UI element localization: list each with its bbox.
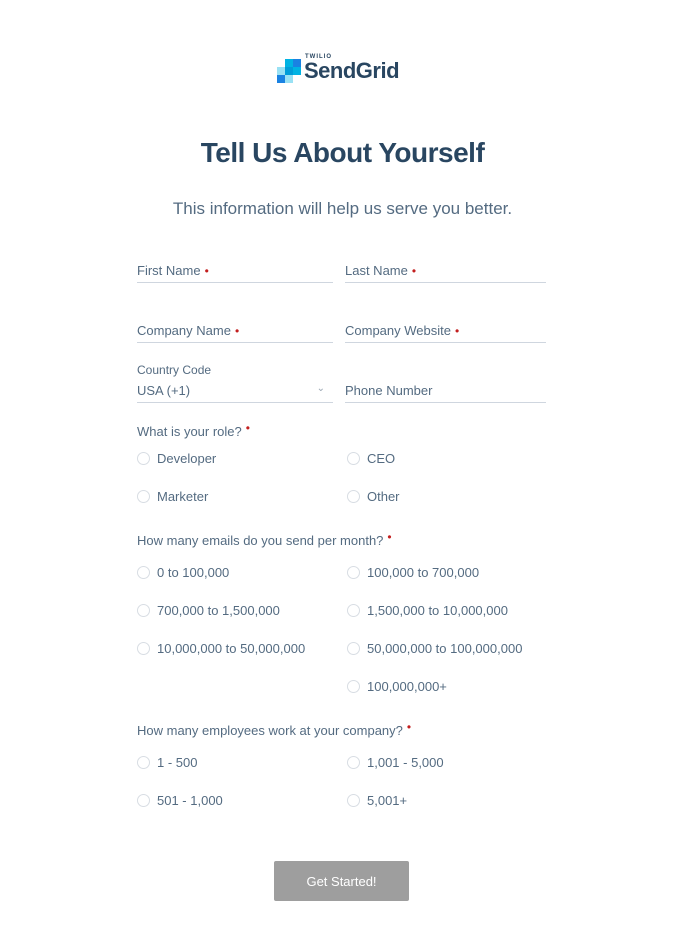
role-option[interactable]: Developer: [137, 451, 216, 466]
emails-question: How many emails do you send per month? •: [137, 530, 392, 548]
emails-option[interactable]: 50,000,000 to 100,000,000: [347, 641, 522, 656]
employees-option[interactable]: 1 - 500: [137, 755, 197, 770]
company-name-label: Company Name •: [137, 323, 240, 338]
phone-number-input[interactable]: Phone Number: [345, 380, 546, 403]
radio-icon[interactable]: [137, 794, 150, 807]
company-website-input[interactable]: Company Website •: [345, 320, 546, 343]
radio-icon[interactable]: [137, 604, 150, 617]
first-name-label: First Name •: [137, 263, 209, 278]
role-option[interactable]: Marketer: [137, 489, 208, 504]
sendgrid-logo: TWILIO SendGrid: [277, 54, 407, 84]
radio-icon[interactable]: [347, 566, 360, 579]
role-question: What is your role? •: [137, 421, 250, 439]
required-marker: •: [387, 530, 392, 544]
radio-icon[interactable]: [137, 452, 150, 465]
employees-option[interactable]: 1,001 - 5,000: [347, 755, 444, 770]
chevron-down-icon: ⌄: [316, 383, 325, 394]
page-title: Tell Us About Yourself: [200, 137, 485, 168]
radio-icon[interactable]: [137, 566, 150, 579]
emails-option[interactable]: 0 to 100,000: [137, 565, 229, 580]
first-name-input[interactable]: First Name •: [137, 260, 333, 283]
required-marker: •: [204, 264, 209, 278]
emails-option[interactable]: 700,000 to 1,500,000: [137, 603, 280, 618]
role-option[interactable]: CEO: [347, 451, 395, 466]
required-marker: •: [245, 421, 250, 435]
radio-icon[interactable]: [347, 604, 360, 617]
radio-icon[interactable]: [347, 794, 360, 807]
country-code-select[interactable]: USA (+1) ⌄: [137, 380, 333, 403]
country-code-label: Country Code: [137, 363, 212, 377]
required-marker: •: [454, 324, 460, 338]
get-started-button[interactable]: Get Started!: [274, 861, 409, 901]
logo-mark-icon: [277, 59, 301, 83]
radio-icon[interactable]: [137, 756, 150, 769]
radio-icon[interactable]: [137, 490, 150, 503]
role-option[interactable]: Other: [347, 489, 400, 504]
radio-icon[interactable]: [347, 756, 360, 769]
radio-icon[interactable]: [137, 642, 150, 655]
company-name-input[interactable]: Company Name •: [137, 320, 333, 343]
last-name-label: Last Name •: [345, 263, 417, 278]
emails-option[interactable]: 1,500,000 to 10,000,000: [347, 603, 508, 618]
radio-icon[interactable]: [347, 490, 360, 503]
employees-option[interactable]: 501 - 1,000: [137, 793, 223, 808]
radio-icon[interactable]: [347, 452, 360, 465]
required-marker: •: [406, 720, 412, 734]
logo-text: SendGrid: [304, 58, 400, 83]
employees-option[interactable]: 5,001+: [347, 793, 407, 808]
emails-option[interactable]: 100,000,000+: [347, 679, 447, 694]
required-marker: •: [411, 264, 417, 278]
country-code-value: USA (+1): [137, 383, 191, 398]
required-marker: •: [234, 324, 240, 338]
phone-number-label: Phone Number: [345, 383, 433, 398]
radio-icon[interactable]: [347, 642, 360, 655]
radio-icon[interactable]: [347, 680, 360, 693]
employees-question: How many employees work at your company?…: [137, 720, 412, 738]
emails-option[interactable]: 100,000 to 700,000: [347, 565, 479, 580]
emails-option[interactable]: 10,000,000 to 50,000,000: [137, 641, 305, 656]
last-name-input[interactable]: Last Name •: [345, 260, 546, 283]
company-website-label: Company Website •: [345, 323, 460, 338]
page-subtitle: This information will help us serve you …: [172, 199, 513, 218]
